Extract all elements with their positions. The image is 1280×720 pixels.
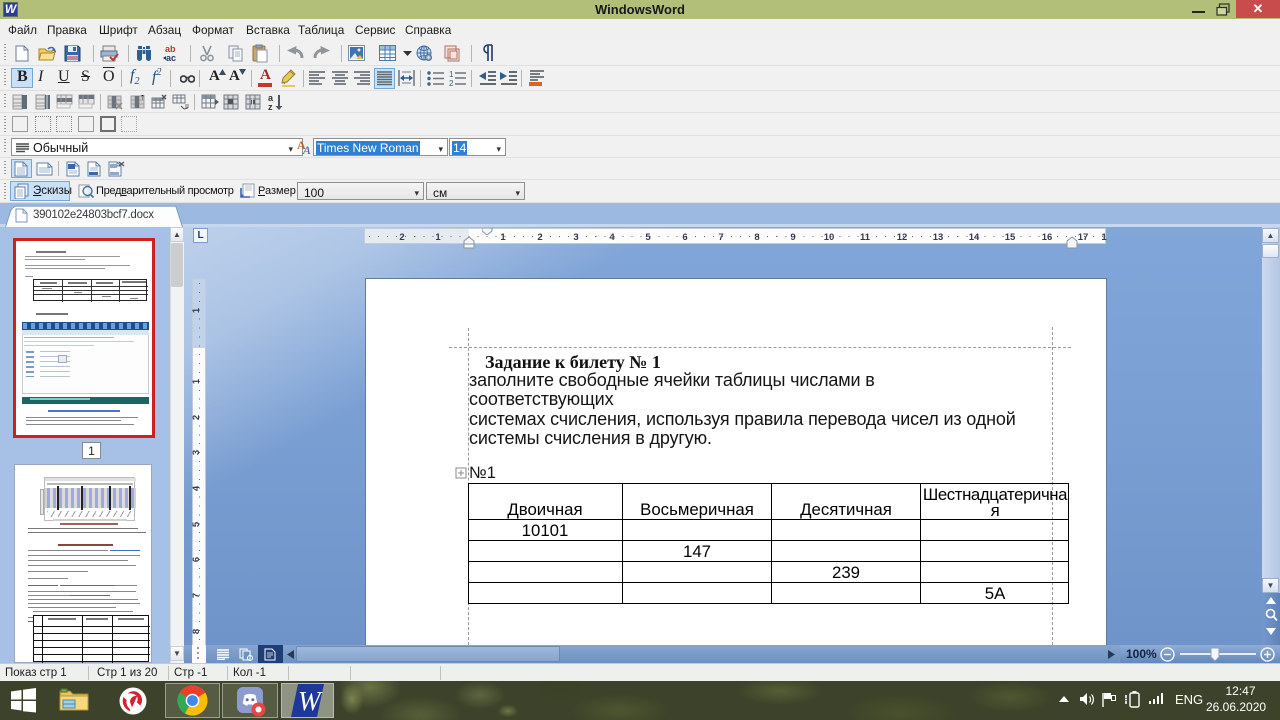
svg-text:1: 1 [449, 70, 454, 79]
svg-text:ac: ac [166, 53, 176, 63]
svg-text:z: z [268, 102, 273, 111]
svg-text:W: W [298, 686, 323, 716]
svg-text:2: 2 [449, 79, 454, 87]
svg-text:A: A [302, 143, 311, 156]
